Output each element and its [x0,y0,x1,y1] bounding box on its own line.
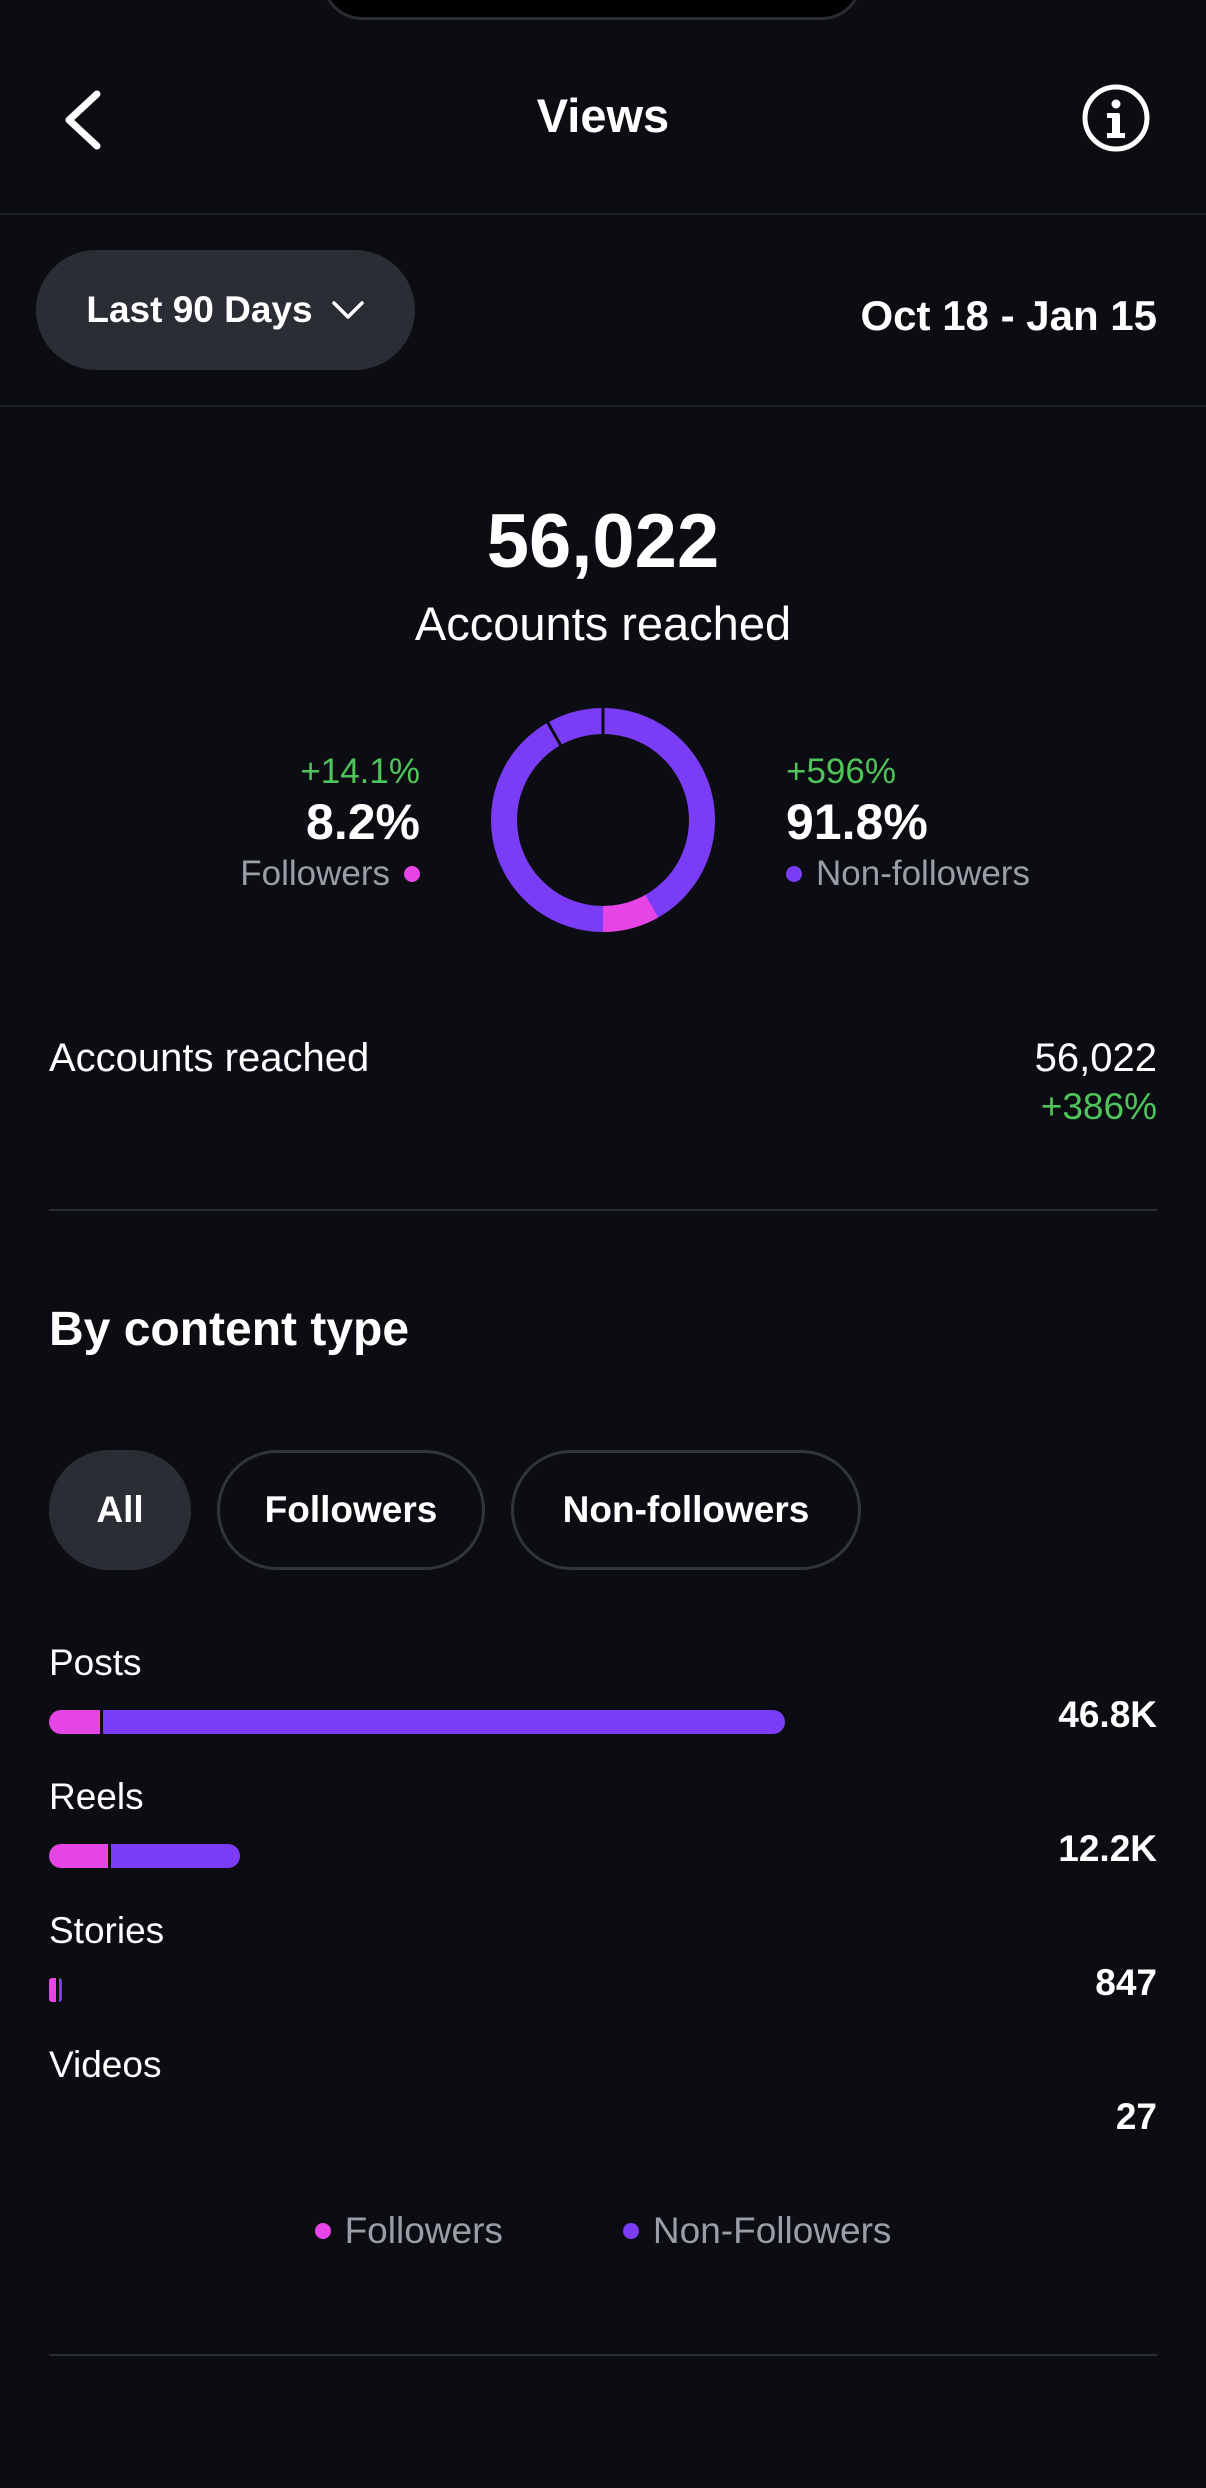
non-followers-percent: 91.8% [786,794,928,850]
accounts-reached-row-label: Accounts reached [49,1036,370,1080]
chip-all-label: All [96,1489,144,1530]
donut-non-followers-arc [491,708,715,932]
bar-segment-non-followers [99,1710,785,1734]
chip-all[interactable]: All [49,1450,191,1570]
content-row-value: 847 [1095,1962,1157,2003]
legend-non-followers: Non-Followers [622,2210,892,2252]
date-range-text: Oct 18 - Jan 15 [860,292,1157,339]
content-bar-reels [49,1844,241,1868]
content-row-label: Reels [49,1776,144,1817]
reach-donut-chart [491,708,715,932]
followers-stat: +14.1% 8.2% Followers [240,750,420,898]
section-divider [49,1209,1157,1211]
date-range-dropdown[interactable]: Last 90 Days [36,250,415,370]
bar-segment-followers [49,1710,100,1734]
followers-dot-icon [404,866,420,882]
content-row-label: Videos [49,2044,162,2085]
non-followers-label-row: Non-followers [786,850,1030,898]
content-row-posts[interactable]: Posts 46.8K [49,1642,1157,1762]
chip-non-followers[interactable]: Non-followers [511,1450,861,1570]
content-bar-posts [49,1710,785,1734]
chip-followers-label: Followers [264,1489,438,1530]
content-row-stories[interactable]: Stories 847 [49,1910,1157,2030]
content-type-legend: Followers Non-Followers [0,2210,1206,2252]
non-followers-stat: +596% 91.8% Non-followers [786,750,1030,898]
date-range-dropdown-label: Last 90 Days [86,289,313,330]
legend-followers: Followers [314,2210,503,2252]
content-row-value: 46.8K [1058,1694,1157,1735]
non-followers-dot-icon [786,866,802,882]
page-title: Views [536,89,670,142]
followers-change: +14.1% [300,752,420,791]
info-button[interactable] [1080,82,1152,154]
followers-percent: 8.2% [306,794,420,850]
accounts-reached-total: 56,022 [486,499,720,584]
top-header: Views [0,0,1206,214]
accounts-reached-row-value: 56,022 [1034,1036,1157,1080]
bar-segment-followers [49,1978,56,2002]
legend-non-followers-dot-icon [622,2223,639,2239]
followers-label: Followers [240,854,390,893]
bar-segment-non-followers [55,1978,63,2002]
accounts-reached-label: Accounts reached [414,597,792,650]
chip-non-followers-label: Non-followers [562,1489,810,1530]
legend-followers-label: Followers [344,2210,503,2251]
legend-non-followers-label: Non-Followers [652,2210,892,2251]
chevron-down-icon [331,301,364,319]
content-bar-stories [49,1978,63,2002]
content-row-value: 12.2K [1058,1828,1157,1869]
content-row-label: Stories [49,1910,165,1951]
content-row-reels[interactable]: Reels 12.2K [49,1776,1157,1896]
bar-segment-non-followers [108,1844,241,1868]
bottom-divider [49,2354,1157,2356]
content-type-title: By content type [49,1303,410,1356]
non-followers-label: Non-followers [816,854,1030,893]
followers-label-row: Followers [240,850,420,898]
accounts-reached-row-change: +386% [1040,1086,1157,1127]
content-row-value: 27 [1115,2096,1157,2137]
content-row-label: Posts [49,1642,142,1683]
non-followers-change: +596% [786,752,896,791]
chip-followers[interactable]: Followers [217,1450,485,1570]
header-divider [0,213,1206,215]
legend-followers-dot-icon [314,2223,331,2239]
bar-segment-followers [49,1844,109,1868]
content-row-videos[interactable]: Videos 27 [49,2044,1157,2164]
filter-divider [0,405,1206,407]
info-icon [1082,84,1150,152]
